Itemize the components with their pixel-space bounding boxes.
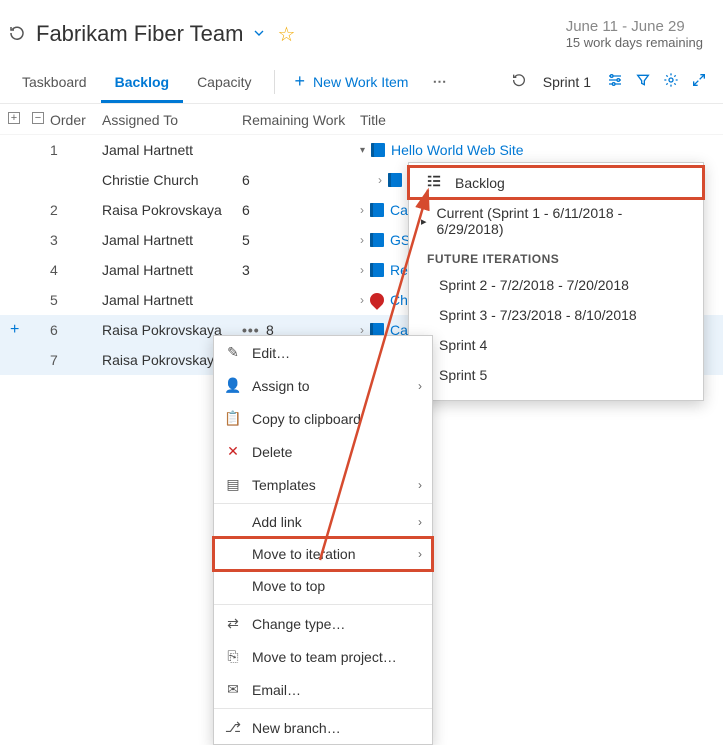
expand-collapse-controls[interactable]: [8, 112, 50, 128]
sprint-date-block: June 11 - June 29 15 work days remaining: [566, 18, 715, 50]
swap-icon: ⇄: [224, 615, 242, 632]
chevron-down-icon[interactable]: [251, 25, 267, 44]
chevron-right-icon: ›: [418, 379, 422, 393]
ctx-templates[interactable]: ▤ Templates ›: [214, 468, 432, 501]
separator: [214, 708, 432, 709]
remain-cell: 3: [242, 262, 360, 278]
more-actions-button[interactable]: ⋯: [420, 73, 460, 90]
mail-icon: ✉: [224, 681, 242, 698]
sprint-picker-label[interactable]: Sprint 1: [543, 74, 591, 90]
remain-cell: 5: [242, 232, 360, 248]
feature-icon: [370, 233, 384, 247]
ctx-assign[interactable]: 👤 Assign to ›: [214, 369, 432, 402]
delete-icon: ✕: [224, 443, 242, 460]
gear-icon[interactable]: [663, 72, 679, 91]
settings-sliders-icon[interactable]: [607, 72, 623, 91]
plus-icon: +: [295, 71, 306, 92]
feature-icon: [388, 173, 402, 187]
separator: [214, 604, 432, 605]
col-remaining[interactable]: Remaining Work: [242, 112, 360, 128]
clipboard-icon: 📋: [224, 410, 242, 427]
title-cell[interactable]: Hello World Web Site: [360, 142, 715, 158]
sprint-refresh-icon[interactable]: [511, 72, 527, 91]
flyout-sprint5[interactable]: Sprint 5: [409, 360, 703, 390]
bug-icon: [367, 290, 387, 310]
order-cell: 6: [50, 322, 102, 338]
context-menu: ✎ Edit… 👤 Assign to › 📋 Copy to clipboar…: [213, 335, 433, 745]
order-cell: 3: [50, 232, 102, 248]
assigned-cell: Raisa Pokrovskaya: [102, 202, 242, 218]
branch-icon: ⎇: [224, 719, 242, 736]
ctx-change-type[interactable]: ⇄ Change type…: [214, 607, 432, 640]
tabs-row: Taskboard Backlog Capacity + New Work It…: [0, 60, 723, 104]
right-toolbar: Sprint 1: [511, 72, 715, 91]
ctx-delete[interactable]: ✕ Delete: [214, 435, 432, 468]
feature-icon: [371, 143, 385, 157]
ctx-move-top[interactable]: Move to top: [214, 570, 432, 602]
person-icon: 👤: [224, 377, 242, 394]
templates-icon: ▤: [224, 476, 242, 493]
remain-cell: 6: [242, 202, 360, 218]
flyout-backlog[interactable]: Backlog: [409, 167, 703, 198]
separator: [274, 70, 275, 94]
chevron-right-icon: ›: [418, 478, 422, 492]
ctx-email[interactable]: ✉ Email…: [214, 673, 432, 706]
ctx-add-link[interactable]: Add link ›: [214, 506, 432, 538]
flyout-current[interactable]: Current (Sprint 1 - 6/11/2018 - 6/29/201…: [409, 198, 703, 244]
sprint-date-range: June 11 - June 29: [566, 18, 703, 35]
ctx-edit[interactable]: ✎ Edit…: [214, 336, 432, 369]
team-title[interactable]: Fabrikam Fiber Team: [36, 21, 243, 47]
assigned-cell: Jamal Hartnett: [102, 142, 242, 158]
table-row[interactable]: 1 Jamal Hartnett Hello World Web Site: [0, 135, 723, 165]
fullscreen-icon[interactable]: [691, 72, 707, 91]
pencil-icon: ✎: [224, 344, 242, 361]
new-item-label: New Work Item: [313, 74, 408, 90]
order-cell: 2: [50, 202, 102, 218]
col-order[interactable]: Order: [50, 112, 102, 128]
favorite-star-icon[interactable]: ☆: [277, 22, 295, 47]
flyout-sprint4[interactable]: Sprint 4: [409, 330, 703, 360]
separator: [214, 503, 432, 504]
assigned-cell: Jamal Hartnett: [102, 262, 242, 278]
iteration-flyout: Backlog Current (Sprint 1 - 6/11/2018 - …: [408, 162, 704, 401]
grid-header: Order Assigned To Remaining Work Title: [0, 104, 723, 135]
col-title[interactable]: Title: [360, 112, 715, 128]
chevron-right-icon: ›: [418, 547, 422, 561]
team-icon: [8, 24, 26, 45]
assigned-cell: Christie Church: [102, 172, 242, 188]
tab-taskboard[interactable]: Taskboard: [8, 60, 101, 103]
ctx-new-branch[interactable]: ⎇ New branch…: [214, 711, 432, 744]
filter-icon[interactable]: [635, 72, 651, 91]
tab-backlog[interactable]: Backlog: [101, 60, 183, 103]
col-assigned[interactable]: Assigned To: [102, 112, 242, 128]
feature-icon: [370, 203, 384, 217]
order-cell: 1: [50, 142, 102, 158]
chevron-right-icon: ›: [418, 515, 422, 529]
order-cell: 7: [50, 352, 102, 368]
ctx-copy[interactable]: 📋 Copy to clipboard: [214, 402, 432, 435]
flyout-sprint3[interactable]: Sprint 3 - 7/23/2018 - 8/10/2018: [409, 300, 703, 330]
order-cell: 4: [50, 262, 102, 278]
sprint-days-remaining: 15 work days remaining: [566, 35, 703, 50]
ctx-move-iteration[interactable]: Move to iteration ›: [214, 538, 432, 570]
ctx-move-project[interactable]: ⎘ Move to team project…: [214, 640, 432, 673]
expand-all-icon[interactable]: [8, 112, 20, 124]
backlog-icon: [427, 174, 445, 191]
flyout-future-heading: FUTURE ITERATIONS: [409, 244, 703, 270]
collapse-all-icon[interactable]: [32, 112, 44, 124]
move-icon: ⎘: [224, 648, 242, 665]
page-header: Fabrikam Fiber Team ☆ June 11 - June 29 …: [0, 0, 723, 60]
order-cell: 5: [50, 292, 102, 308]
assigned-cell: Jamal Hartnett: [102, 292, 242, 308]
remain-cell: 6: [242, 172, 360, 188]
flyout-sprint2[interactable]: Sprint 2 - 7/2/2018 - 7/20/2018: [409, 270, 703, 300]
assigned-cell: Jamal Hartnett: [102, 232, 242, 248]
tab-capacity[interactable]: Capacity: [183, 60, 265, 103]
feature-icon: [370, 263, 384, 277]
new-work-item-button[interactable]: + New Work Item: [283, 71, 421, 92]
